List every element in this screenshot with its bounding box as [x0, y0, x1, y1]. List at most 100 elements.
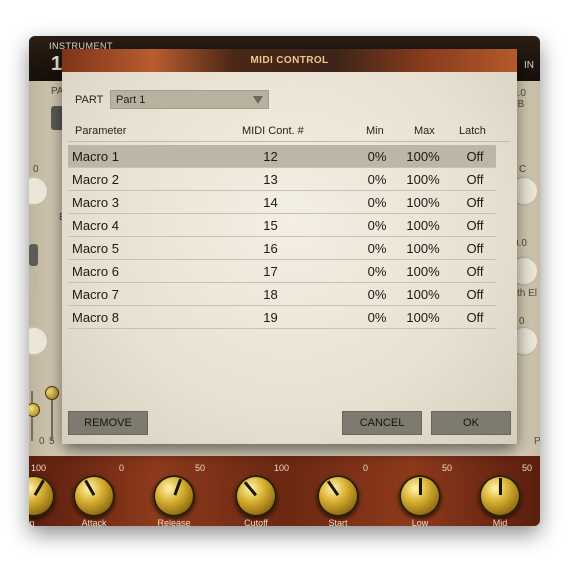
start-knob[interactable] [317, 475, 359, 517]
latch-cell[interactable]: Off [460, 172, 490, 187]
table-row[interactable]: Macro 6 17 0% 100% Off [68, 260, 496, 283]
table-row[interactable]: Macro 3 14 0% 100% Off [68, 191, 496, 214]
header-latch: Latch [459, 125, 486, 137]
parameter-cell: Macro 5 [72, 241, 119, 256]
knob-tick: 0 [363, 463, 369, 473]
dialog-body: PART Part 1 Parameter MIDI Cont. # Min M… [62, 72, 517, 444]
knob-indicator [173, 478, 183, 496]
mid-knob[interactable] [479, 475, 521, 517]
knob-label: n [29, 518, 35, 526]
zero-fragment-left: 0 [33, 164, 39, 175]
header-max: Max [414, 125, 435, 137]
dropdown-arrow-icon [253, 96, 263, 104]
table-row[interactable]: Macro 4 15 0% 100% Off [68, 214, 496, 237]
midi-cc-cell[interactable]: 13 [248, 172, 293, 187]
midi-cc-cell[interactable]: 14 [248, 195, 293, 210]
min-cell[interactable]: 0% [360, 264, 394, 279]
knob-tick: 100 [274, 463, 290, 473]
table-row[interactable]: Macro 8 19 0% 100% Off [68, 306, 496, 329]
partial-dropdown-left[interactable] [29, 244, 38, 266]
header-parameter: Parameter [75, 125, 127, 137]
parameter-cell: Macro 3 [72, 195, 119, 210]
dialog-title: MIDI CONTROL [250, 55, 329, 66]
knob-indicator [326, 480, 340, 497]
knob-tick: 100 [31, 463, 47, 473]
min-cell[interactable]: 0% [360, 172, 394, 187]
max-cell[interactable]: 100% [402, 172, 444, 187]
table-row[interactable]: Macro 5 16 0% 100% Off [68, 237, 496, 260]
midi-cc-cell[interactable]: 16 [248, 241, 293, 256]
part-value: Part 1 [116, 94, 146, 106]
knob-tick: 50 [442, 463, 453, 473]
max-cell[interactable]: 100% [402, 218, 444, 233]
latch-cell[interactable]: Off [460, 218, 490, 233]
knob-indicator [84, 479, 96, 496]
th-el-fragment: th El [517, 288, 538, 299]
midi-cc-cell[interactable]: 17 [248, 264, 293, 279]
latch-cell[interactable]: Off [460, 241, 490, 256]
min-cell[interactable]: 0% [360, 195, 394, 210]
midi-cc-cell[interactable]: 12 [248, 149, 293, 164]
release-knob[interactable] [153, 475, 195, 517]
parameter-cell: Macro 6 [72, 264, 119, 279]
header-divider [68, 141, 510, 142]
latch-cell[interactable]: Off [460, 264, 490, 279]
min-cell[interactable]: 0% [360, 218, 394, 233]
min-cell[interactable]: 0% [360, 149, 394, 164]
latch-cell[interactable]: Off [460, 287, 490, 302]
attack-knob[interactable] [73, 475, 115, 517]
latch-cell[interactable]: Off [460, 149, 490, 164]
latch-cell[interactable]: Off [460, 195, 490, 210]
slider-handle-2[interactable] [45, 386, 59, 400]
dialog-header: MIDI CONTROL [62, 49, 517, 72]
table-row[interactable]: Macro 1 12 0% 100% Off [68, 145, 496, 168]
knob-indicator [499, 478, 502, 495]
cancel-button[interactable]: CANCEL [342, 411, 422, 435]
partial-control-left[interactable] [29, 272, 38, 294]
knob-tick: 0 [119, 463, 125, 473]
parameter-cell: Macro 7 [72, 287, 119, 302]
knob-tick: 50 [522, 463, 533, 473]
table-row[interactable]: Macro 7 18 0% 100% Off [68, 283, 496, 306]
part-dropdown[interactable]: Part 1 [110, 90, 269, 109]
knob-strip: 100 0 50 100 0 50 50 n Attack Release Cu… [29, 456, 540, 526]
remove-button[interactable]: REMOVE [68, 411, 148, 435]
cutoff-label: Cutoff [244, 518, 268, 526]
mid-label: Mid [492, 518, 508, 526]
parameter-cell: Macro 4 [72, 218, 119, 233]
low-knob[interactable] [399, 475, 441, 517]
midi-control-dialog: MIDI CONTROL PART Part 1 Parameter MIDI … [62, 49, 517, 444]
latch-cell[interactable]: Off [460, 310, 490, 325]
attack-label: Attack [81, 518, 107, 526]
low-label: Low [411, 518, 429, 526]
cutoff-knob[interactable] [235, 475, 277, 517]
parameter-cell: Macro 2 [72, 172, 119, 187]
knob-partial-left[interactable] [29, 475, 55, 517]
max-cell[interactable]: 100% [402, 241, 444, 256]
midi-cc-cell[interactable]: 19 [248, 310, 293, 325]
in-fragment: IN [524, 60, 534, 71]
parameter-cell: Macro 8 [72, 310, 119, 325]
max-cell[interactable]: 100% [402, 310, 444, 325]
min-cell[interactable]: 0% [360, 310, 394, 325]
zero-small-fragment: 0 [39, 436, 45, 447]
instrument-number: 1 [51, 53, 63, 75]
start-label: Start [328, 518, 348, 526]
max-cell[interactable]: 100% [402, 195, 444, 210]
knob-tick: 50 [195, 463, 206, 473]
table-row[interactable]: Macro 2 13 0% 100% Off [68, 168, 496, 191]
midi-cc-cell[interactable]: 18 [248, 287, 293, 302]
midi-cc-cell[interactable]: 15 [248, 218, 293, 233]
knob-indicator [419, 478, 422, 495]
max-cell[interactable]: 100% [402, 264, 444, 279]
max-cell[interactable]: 100% [402, 287, 444, 302]
header-midi-cc: MIDI Cont. # [242, 125, 304, 137]
knob-indicator [243, 481, 258, 497]
min-cell[interactable]: 0% [360, 287, 394, 302]
ok-button[interactable]: OK [431, 411, 511, 435]
part-label: PART [75, 94, 104, 106]
release-label: Release [157, 518, 191, 526]
parameter-cell: Macro 1 [72, 149, 119, 164]
max-cell[interactable]: 100% [402, 149, 444, 164]
min-cell[interactable]: 0% [360, 241, 394, 256]
